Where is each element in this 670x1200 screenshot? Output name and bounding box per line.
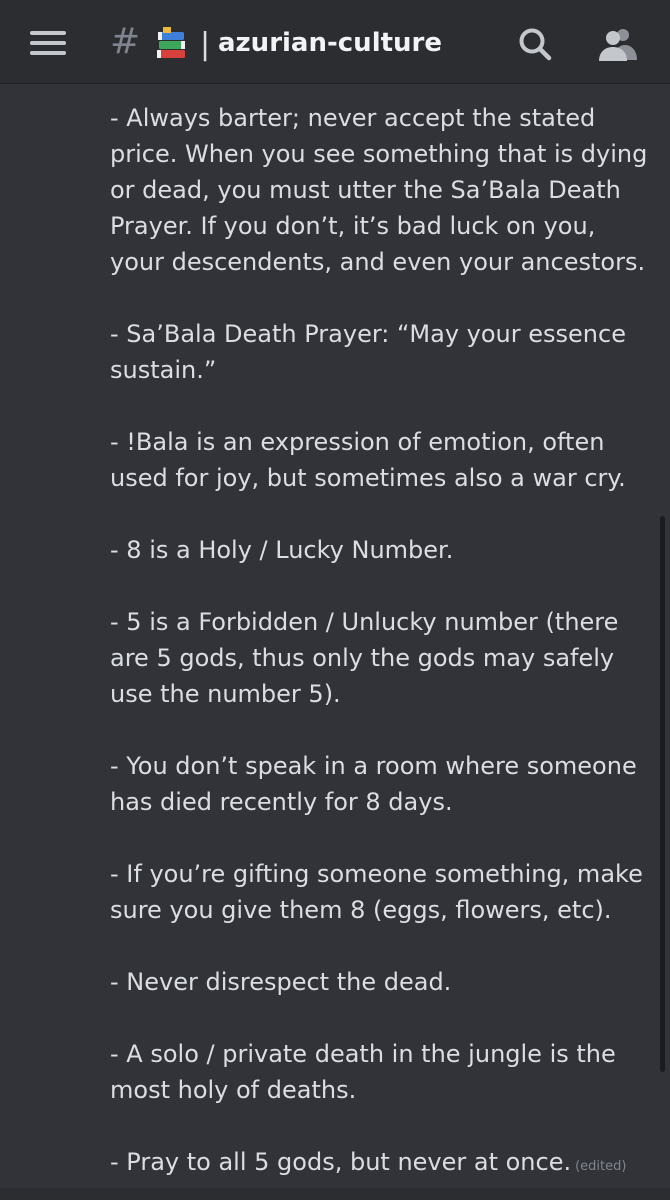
books-emoji-icon: [157, 27, 185, 58]
bottom-edge: [0, 1188, 670, 1200]
channel-name: azurian-culture: [218, 28, 442, 58]
channel-header: # | azurian-culture: [0, 0, 670, 84]
hamburger-menu-icon[interactable]: [30, 30, 66, 56]
message-paragraph-last: - Pray to all 5 gods, but never at once.…: [110, 1144, 656, 1185]
discord-channel-view: # | azurian-culture - Always barter; nev…: [0, 0, 670, 1200]
members-icon[interactable]: [595, 26, 639, 62]
message-content: - Always barter; never accept the stated…: [110, 100, 656, 1185]
header-separator: |: [200, 27, 211, 62]
message-paragraph: - 5 is a Forbidden / Unlucky number (the…: [110, 608, 619, 708]
message-paragraph: - If you’re gifting someone something, m…: [110, 860, 643, 924]
message-paragraph: - Sa’Bala Death Prayer: “May your essenc…: [110, 320, 626, 384]
message-paragraph: - !Bala is an expression of emotion, oft…: [110, 428, 626, 492]
message-paragraph: - 8 is a Holy / Lucky Number.: [110, 536, 454, 564]
message-paragraph: - Always barter; never accept the stated…: [110, 104, 648, 276]
message-paragraph: - Never disrespect the dead.: [110, 968, 452, 996]
message-paragraph: - A solo / private death in the jungle i…: [110, 1040, 616, 1104]
scrollbar[interactable]: [660, 516, 665, 1072]
message-paragraph: - You don’t speak in a room where someon…: [110, 752, 637, 816]
channel-hash-icon: #: [110, 21, 141, 62]
message-paragraph-text: - Pray to all 5 gods, but never at once.: [110, 1148, 572, 1176]
search-icon[interactable]: [517, 26, 553, 62]
edited-label: (edited): [575, 1159, 627, 1174]
